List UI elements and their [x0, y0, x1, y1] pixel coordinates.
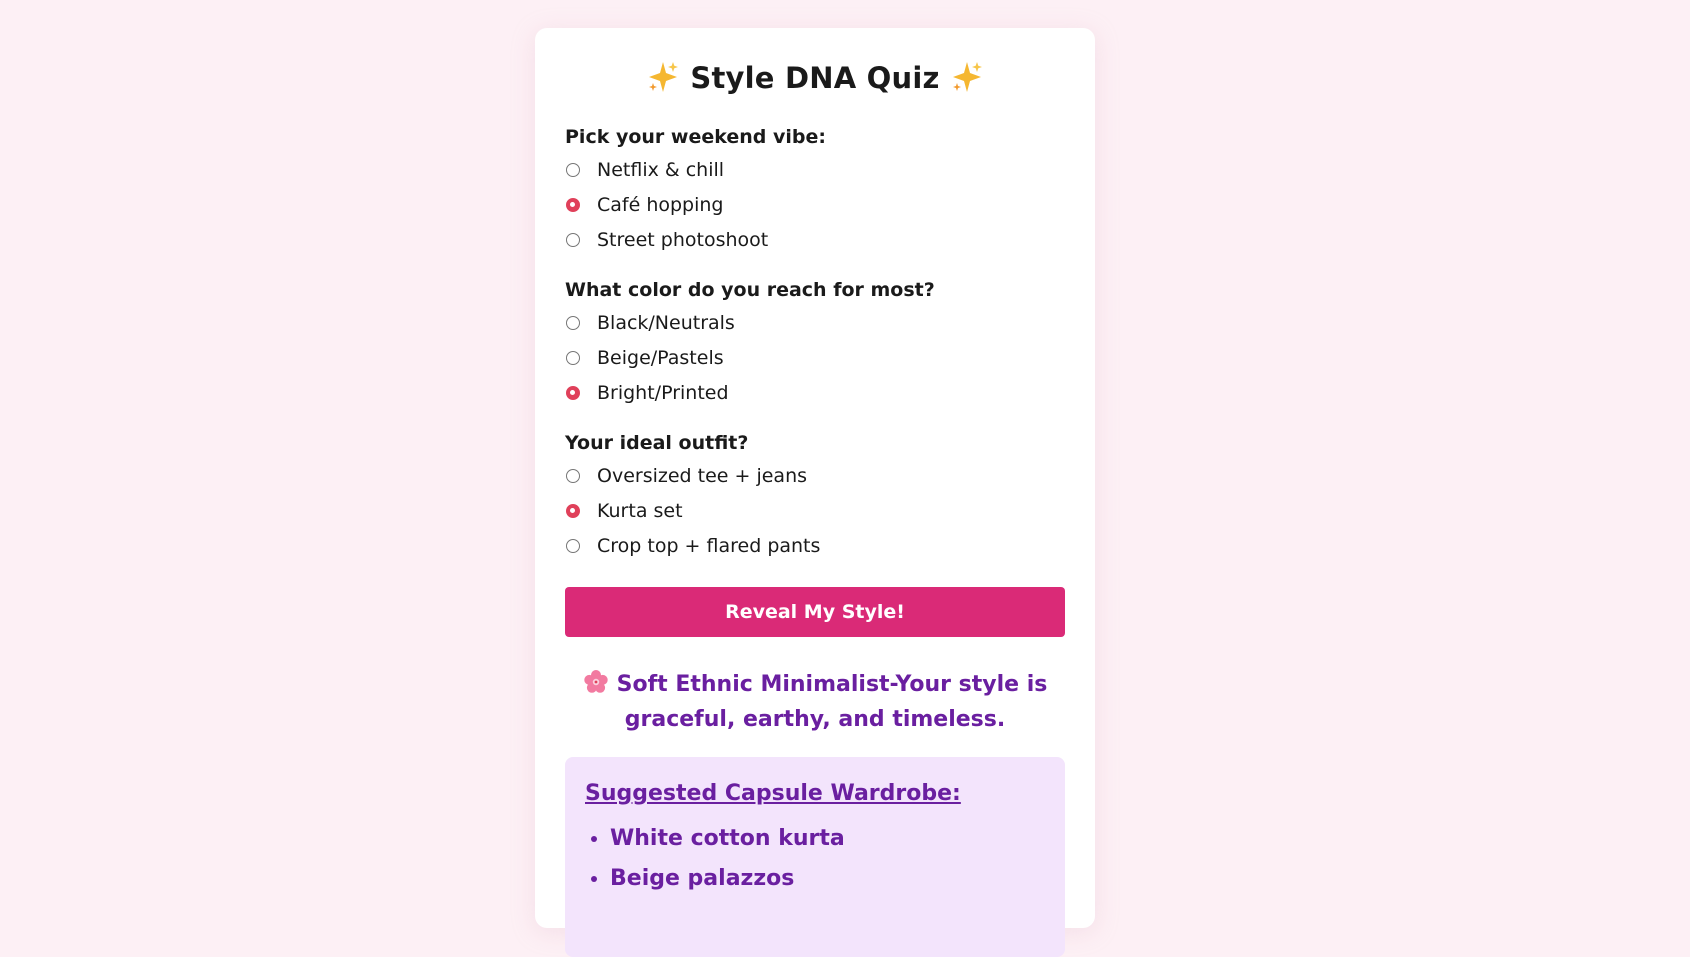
option-black-neutrals[interactable]: Black/Neutrals [565, 305, 1065, 340]
question-color: What color do you reach for most? Black/… [565, 277, 1065, 410]
option-label: Beige/Pastels [597, 346, 724, 369]
sparkles-icon [649, 62, 679, 92]
radio-button[interactable] [566, 315, 580, 330]
option-bright-printed[interactable]: Bright/Printed [565, 375, 1065, 410]
cherry-blossom-icon [583, 670, 608, 693]
sparkles-icon [952, 62, 982, 92]
option-label: Netflix & chill [597, 158, 725, 181]
question-label: Pick your weekend vibe: [565, 126, 826, 148]
page-title: Style DNA Quiz [565, 28, 1065, 110]
radio-button[interactable] [566, 350, 580, 365]
question-label: What color do you reach for most? [565, 279, 935, 301]
list-item: Beige palazzos [610, 859, 1045, 899]
quiz-card: Style DNA Quiz Pick your weekend vibe: N… [535, 28, 1095, 957]
question-weekend-vibe: Pick your weekend vibe: Netflix & chill … [565, 124, 1065, 257]
option-label: Oversized tee + jeans [597, 464, 808, 487]
option-crop-top[interactable]: Crop top + flared pants [565, 528, 1065, 563]
reveal-style-button[interactable]: Reveal My Style! [565, 587, 1065, 637]
radio-button[interactable] [566, 162, 580, 177]
option-label: Street photoshoot [597, 228, 769, 251]
list-item: White cotton kurta [610, 819, 1045, 859]
option-cafe-hopping[interactable]: Café hopping [565, 187, 1065, 222]
option-label: Café hopping [597, 193, 724, 216]
result-text: Soft Ethnic Minimalist-Your style is gra… [616, 672, 1048, 732]
radio-button[interactable] [566, 197, 580, 212]
option-label: Kurta set [597, 499, 683, 522]
option-label: Bright/Printed [597, 381, 729, 404]
question-label: Your ideal outfit? [565, 432, 749, 454]
question-outfit: Your ideal outfit? Oversized tee + jeans… [565, 430, 1065, 563]
capsule-title: Suggested Capsule Wardrobe: [585, 781, 961, 806]
radio-button[interactable] [566, 232, 580, 247]
option-beige-pastels[interactable]: Beige/Pastels [565, 340, 1065, 375]
option-netflix-chill[interactable]: Netflix & chill [565, 152, 1065, 187]
radio-button[interactable] [566, 468, 580, 483]
option-label: Black/Neutrals [597, 311, 735, 334]
option-kurta-set[interactable]: Kurta set [565, 493, 1065, 528]
capsule-list: White cotton kurta Beige palazzos [585, 819, 1045, 899]
option-oversized-tee[interactable]: Oversized tee + jeans [565, 458, 1065, 493]
capsule-wardrobe-panel: Suggested Capsule Wardrobe: White cotton… [565, 757, 1065, 957]
result-message: Soft Ethnic Minimalist-Your style is gra… [565, 667, 1065, 737]
radio-button[interactable] [566, 385, 580, 400]
quiz-title: Style DNA Quiz [690, 61, 940, 95]
radio-button[interactable] [566, 538, 580, 553]
option-street-photoshoot[interactable]: Street photoshoot [565, 222, 1065, 257]
option-label: Crop top + flared pants [597, 534, 821, 557]
radio-button[interactable] [566, 503, 580, 518]
